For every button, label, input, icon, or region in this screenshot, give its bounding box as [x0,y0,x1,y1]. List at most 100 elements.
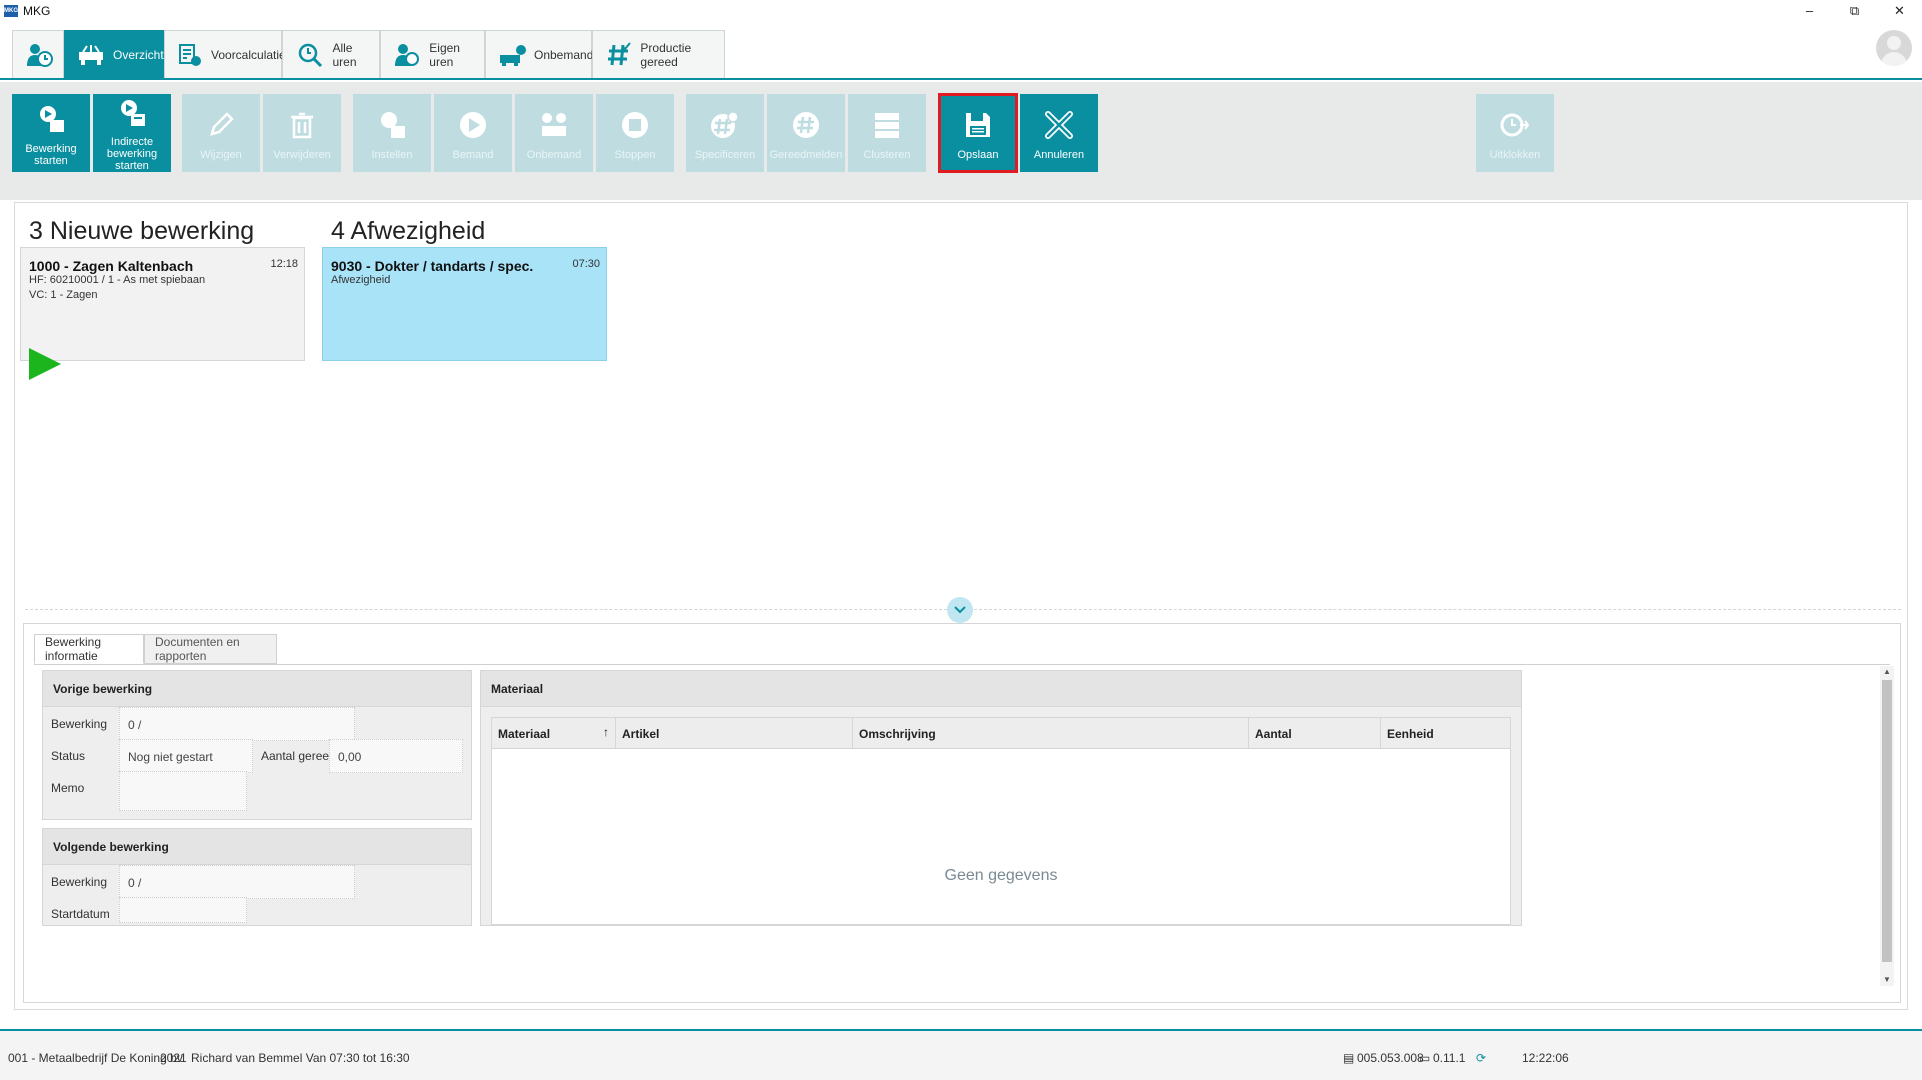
annuleren-button[interactable]: Annuleren [1020,94,1098,172]
trash-icon [282,105,322,145]
wijzigen-button[interactable]: Wijzigen [182,94,260,172]
materiaal-grid-header: Materiaal ↑ Artikel Omschrijving Aantal … [491,717,1511,749]
save-icon [958,105,998,145]
field-label: Bewerking [51,875,108,889]
tab-bewerking-informatie[interactable]: Bewerking informatie [34,634,144,664]
bewerking-field[interactable]: 0 / [119,865,355,899]
tab-documenten-en-rapporten[interactable]: Documenten en rapporten [144,634,277,664]
tab-label: Overzicht [113,47,164,62]
instellen-button[interactable]: Instellen [353,94,431,172]
button-label: Opslaan [957,149,999,161]
pencil-icon [201,105,241,145]
tab-alle-uren[interactable]: Alle uren [282,30,380,78]
vorige-bewerking-panel: Vorige bewerking Bewerking 0 / Status No… [42,670,472,820]
empty-message: Geen gegevens [944,867,1058,884]
panel-title: Volgende bewerking [43,829,471,865]
button-label: Annuleren [1033,149,1085,161]
button-label: Bewerking starten [25,143,77,167]
hash-check-icon [605,40,632,70]
memo-field[interactable] [119,771,247,811]
chevron-down-icon [954,603,966,617]
column-header-materiaal[interactable]: Materiaal ↑ [492,718,616,748]
column-header-eenheid[interactable]: Eenheid [1381,718,1511,748]
button-label: Onbemand [526,149,582,161]
startdatum-field[interactable] [119,897,247,923]
scroll-down-icon[interactable]: ▼ [1880,974,1894,986]
tab-overzicht[interactable]: Overzicht [64,30,164,78]
button-label: Uitklokken [1489,149,1541,161]
aantal-gereed-field[interactable]: 0,00 [329,739,463,773]
app-logo: MKG [4,5,18,17]
button-label: Specificeren [694,149,756,161]
bemand-button[interactable]: Bemand [434,94,512,172]
tab-label: Productie gereed [640,40,692,69]
column-header-aantal[interactable]: Aantal [1249,718,1381,748]
hash-circle-icon [786,105,826,145]
card-line: Afwezigheid [331,274,391,286]
stoppen-button[interactable]: Stoppen [596,94,674,172]
opslaan-button[interactable]: Opslaan [938,93,1018,173]
stop-circle-icon [615,105,655,145]
minimize-button[interactable]: – [1787,0,1832,22]
sort-ascending-icon: ↑ [603,725,609,739]
user-schedule: Richard van Bemmel Van 07:30 tot 16:30 [191,1051,410,1065]
window-title: MKG [23,4,51,18]
tab-label: Onbemand [534,47,594,62]
play-icon[interactable] [29,348,61,380]
restore-button[interactable]: ⧉ [1832,0,1877,22]
group-title-nieuwe-bewerking: 3 Nieuwe bewerking [29,217,255,245]
gereedmelden-button[interactable]: Gereedmelden [767,94,845,172]
tab-clock[interactable] [12,30,64,78]
button-label: Instellen [371,149,413,161]
tab-eigen-uren[interactable]: Eigen uren [380,30,485,78]
window-controls: – ⧉ ✕ [1787,0,1922,22]
button-label: Bemand [452,149,494,161]
tab-onbemand[interactable]: Onbemand [485,30,594,78]
tab-label: Alle uren [332,40,357,69]
group-title-afwezigheid: 4 Afwezigheid [331,217,486,245]
start-operation-icon [31,99,71,139]
button-label: Gereedmelden [769,149,843,161]
indirecte-bewerking-starten-button[interactable]: Indirecte bewerking starten [93,94,171,172]
main-tab-bar: Overzicht Voorcalculatie Alle uren Eigen… [0,22,1922,80]
collapse-button[interactable] [947,597,973,623]
tab-productie-gereed[interactable]: Productie gereed [592,30,725,78]
bewerking-field[interactable]: 0 / [119,707,355,741]
close-button[interactable]: ✕ [1877,0,1922,22]
user-avatar[interactable] [1876,30,1912,66]
status-field[interactable]: Nog niet gestart [119,739,253,773]
clusteren-button[interactable]: Clusteren [848,94,926,172]
field-label: Startdatum [51,907,110,921]
button-label: Wijzigen [200,149,242,161]
bewerking-starten-button[interactable]: Bewerking starten [12,94,90,172]
tab-divider [34,664,1890,665]
uitklokken-button[interactable]: Uitklokken [1476,94,1554,172]
clock-time: 12:22:06 [1522,1051,1569,1065]
verwijderen-button[interactable]: Verwijderen [263,94,341,172]
fiscal-year: 2021 [160,1051,187,1065]
monitor-icon: ▭ [1419,1051,1431,1065]
absence-card[interactable]: 9030 - Dokter / tandarts / spec. 07:30 A… [322,247,607,361]
refresh-icon[interactable]: ⟳ [1476,1051,1486,1065]
cluster-icon [867,105,907,145]
button-label: Stoppen [614,149,656,161]
column-header-omschrijving[interactable]: Omschrijving [853,718,1249,748]
column-header-artikel[interactable]: Artikel [616,718,853,748]
database-icon: ▤ [1343,1051,1355,1065]
scrollbar-thumb[interactable] [1882,680,1892,962]
button-label: Verwijderen [273,149,331,161]
vertical-scrollbar[interactable]: ▲ ▼ [1880,666,1894,986]
card-time: 07:30 [572,258,600,270]
button-label: Clusteren [863,149,911,161]
scroll-up-icon[interactable]: ▲ [1880,666,1894,678]
specificeren-button[interactable]: Specificeren [686,94,764,172]
play-circle-icon [453,105,493,145]
button-label-line2: bewerking starten [106,148,158,172]
card-time: 12:18 [270,258,298,270]
volgende-bewerking-panel: Volgende bewerking Bewerking 0 / Startda… [42,828,472,926]
materiaal-grid-body: Geen gegevens [491,749,1511,925]
machine-unmanned-icon [498,40,526,70]
tab-voorcalculatie[interactable]: Voorcalculatie [164,30,286,78]
onbemand-button[interactable]: Onbemand [515,94,593,172]
operation-card[interactable]: 1000 - Zagen Kaltenbach 12:18 HF: 602100… [20,247,305,380]
